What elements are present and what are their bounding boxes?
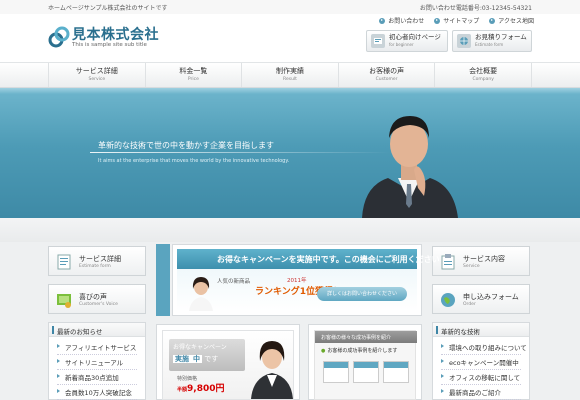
nav-sublabel: Result: [283, 77, 297, 82]
case-screenshot: [353, 361, 379, 383]
hero-divider: [90, 152, 390, 153]
woman-image: [189, 277, 213, 311]
promo-price: 半額9,800円: [177, 381, 224, 394]
side-link-sub: Customer's Voice: [79, 302, 118, 307]
campaign-popular: 人気の新商品: [217, 279, 251, 285]
clipboard-icon: [441, 254, 455, 270]
arrow-icon: [434, 17, 441, 24]
nav-item-result[interactable]: 制作実績 Result: [242, 63, 339, 87]
document-icon: [57, 254, 71, 270]
businessman-image: [362, 116, 458, 218]
globe-icon: [457, 34, 471, 48]
side-link-title: 喜びの声: [79, 293, 107, 301]
news-panel: 最新のお知らせ アフィリエイトサービス サイトリニューアル 新着商品30点追加 …: [48, 322, 146, 400]
hero-title: 革新的な技術で世の中を動かす企業を目指します: [98, 141, 274, 150]
nav-label: 制作実績: [275, 67, 304, 75]
case-screenshot: [383, 361, 409, 383]
logo-subtitle: This is sample site sub title: [72, 42, 147, 48]
promo-tag: お得なキャンペーン 実施中 です: [169, 339, 245, 371]
section-divider: [0, 218, 580, 242]
campaign-headline: お得なキャンペーンを実施中です。この機会にご利用ください: [177, 249, 440, 269]
nav-sublabel: Customer: [375, 77, 398, 82]
side-link-sub: Order: [463, 302, 476, 307]
arrow-icon: [379, 17, 386, 24]
tech-item[interactable]: 最新商品のご紹介: [441, 385, 521, 400]
tech-panel-title: 革新的な技術: [433, 323, 529, 337]
promo-line1: お得なキャンペーン: [173, 344, 227, 351]
util-link-label: アクセス地図: [498, 18, 534, 25]
side-link-sub: Estimate form: [79, 264, 111, 269]
tech-item[interactable]: オフィスの移転に関して: [441, 370, 521, 385]
vertical-tab[interactable]: [156, 244, 170, 316]
cases-subtitle: お客様の成功事例を紹介します: [321, 347, 397, 354]
businesswoman-image: [251, 341, 293, 399]
side-link-sub: Service: [463, 264, 480, 269]
site-header: 見本株式会社 This is sample site sub title お問い…: [0, 14, 580, 62]
side-link-title: サービス詳細: [79, 255, 121, 263]
estimate-form-button[interactable]: お見積りフォーム Estimate form: [452, 30, 532, 52]
promo-line2-suffix: です: [204, 355, 219, 363]
hero-banner: 革新的な技術で世の中を動かす企業を目指します It aims at the en…: [0, 88, 580, 218]
promo-highlight: 中: [191, 355, 202, 363]
beginner-icon: [371, 34, 385, 48]
campaign-year: 2011年: [287, 278, 307, 284]
util-link-contact[interactable]: お問い合わせ: [379, 16, 424, 25]
side-link-service-content[interactable]: サービス内容 Service: [432, 246, 530, 276]
beginner-page-button[interactable]: 初心者向けページ for beginner: [366, 30, 448, 52]
utility-links: お問い合わせ サイトマップ アクセス地図: [379, 16, 534, 25]
promo-price-value: 9,800円: [187, 384, 225, 394]
news-item[interactable]: 会員数10万人突破記念: [57, 385, 137, 400]
case-screenshot: [323, 361, 349, 383]
estimate-button-sub: Estimate form: [475, 42, 504, 47]
estimate-button-label: お見積りフォーム: [475, 33, 527, 41]
nav-sublabel: Price: [187, 77, 199, 82]
nav-item-company[interactable]: 会社概要 Company: [435, 63, 532, 87]
nav-label: 会社概要: [469, 67, 498, 75]
util-link-label: サイトマップ: [443, 18, 480, 25]
contact-phone: お問い合わせ電話番号:03-12345-54321: [419, 5, 532, 12]
tech-panel: 革新的な技術 環境への取り組みについて ecoキャンペーン開催中 オフィスの移転…: [432, 322, 530, 400]
side-link-customer-voice[interactable]: 喜びの声 Customer's Voice: [48, 284, 146, 314]
campaign-contact-button[interactable]: 詳しくはお問い合わせください: [317, 287, 407, 301]
news-item[interactable]: アフィリエイトサービス: [57, 340, 137, 355]
nav-sublabel: Service: [88, 77, 106, 82]
news-item[interactable]: 新着商品30点追加: [57, 370, 137, 385]
campaign-banner[interactable]: お得なキャンペーンを実施中です。この機会にご利用ください 人気の新商品 2011…: [172, 244, 440, 316]
nav-item-customer[interactable]: お客様の声 Customer: [339, 63, 436, 87]
logo-title: 見本株式会社: [72, 27, 159, 43]
nav-item-service[interactable]: サービス詳細 Service: [48, 63, 146, 87]
success-cases-banner[interactable]: お客様の様々な成功事例を紹介 お客様の成功事例を紹介します: [308, 324, 422, 400]
cases-headline: お客様の様々な成功事例を紹介: [315, 331, 417, 343]
promo-highlight: 実施: [173, 355, 191, 363]
beginner-button-label: 初心者向けページ: [389, 33, 441, 41]
logo-mark-icon: [48, 26, 70, 48]
news-panel-title: 最新のお知らせ: [49, 323, 145, 337]
certificate-icon: [57, 294, 71, 308]
tech-item[interactable]: 環境への取り組みについて: [441, 340, 527, 355]
util-link-access[interactable]: アクセス地図: [489, 16, 534, 25]
util-link-label: お問い合わせ: [388, 18, 425, 25]
side-link-service-detail[interactable]: サービス詳細 Estimate form: [48, 246, 146, 276]
nav-label: サービス詳細: [75, 67, 118, 75]
globe-icon: [441, 293, 455, 307]
nav-label: 料金一覧: [179, 67, 208, 75]
promo-banner[interactable]: お得なキャンペーン 実施中 です 特別価格 半額9,800円: [156, 324, 300, 400]
nav-label: お客様の声: [369, 67, 405, 75]
arrow-icon: [489, 17, 496, 24]
util-link-sitemap[interactable]: サイトマップ: [434, 16, 479, 25]
nav-sublabel: Company: [472, 77, 494, 82]
beginner-button-sub: for beginner: [389, 42, 414, 47]
side-link-title: 申し込みフォーム: [463, 293, 519, 301]
nav-item-price[interactable]: 料金一覧 Price: [146, 63, 243, 87]
hero-subtitle: It aims at the enterprise that moves the…: [98, 158, 290, 164]
site-tagline: ホームページサンプル株式会社のサイトです: [48, 5, 168, 12]
promo-price-prefix: 半額: [177, 387, 188, 393]
side-link-application-form[interactable]: 申し込みフォーム Order: [432, 284, 530, 314]
tech-item[interactable]: ecoキャンペーン開催中: [441, 355, 521, 370]
top-strip: ホームページサンプル株式会社のサイトです お問い合わせ電話番号:03-12345…: [0, 0, 580, 14]
side-link-title: サービス内容: [463, 255, 505, 263]
global-nav: サービス詳細 Service 料金一覧 Price 制作実績 Result お客様の声…: [0, 62, 580, 88]
news-item[interactable]: サイトリニューアル: [57, 355, 137, 370]
